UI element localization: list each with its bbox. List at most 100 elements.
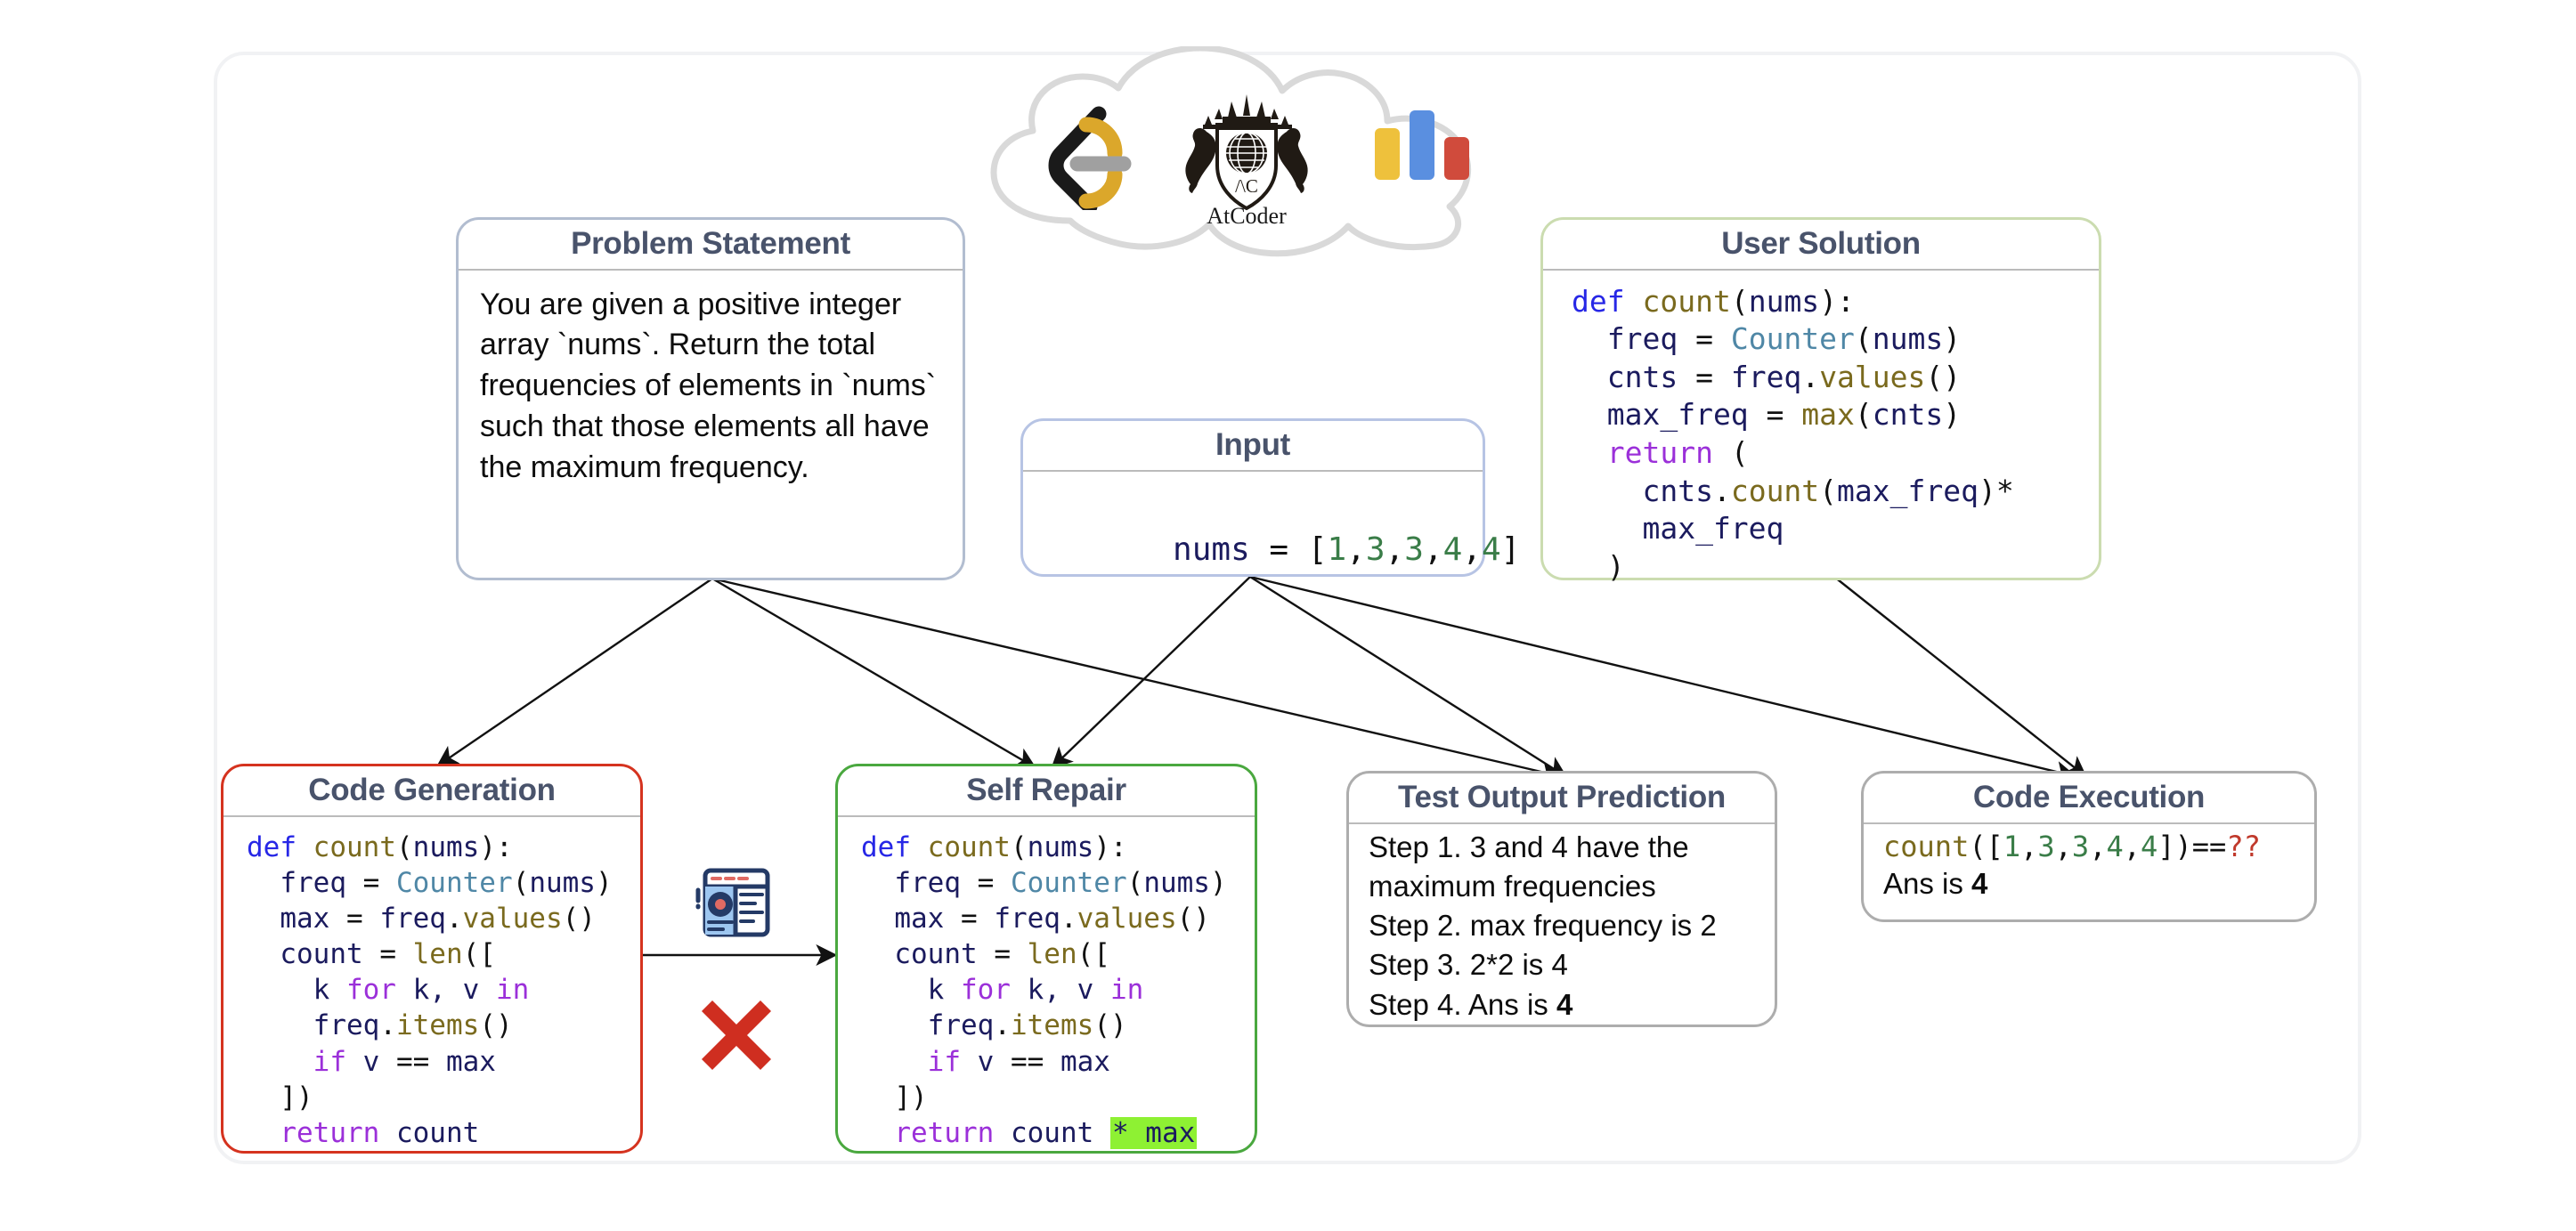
code-token: = [1695, 359, 1731, 394]
code-token: nums [529, 866, 596, 899]
code-token: k, v [412, 974, 496, 1007]
numeric-literal: 1 [1327, 530, 1347, 568]
code-token: = [1695, 321, 1731, 357]
comma: , [1385, 530, 1405, 568]
code-generation-code: def count(nums): freq = Counter(nums) ma… [223, 817, 640, 1151]
code-token: k [861, 974, 961, 1007]
numeric-literal: 4 [2140, 829, 2158, 863]
code-token: = [977, 866, 1011, 899]
comma: , [2089, 829, 2107, 863]
input-code: nums = [1,3,3,4,4] [1023, 472, 1520, 612]
self-repair-title: Self Repair [838, 766, 1255, 817]
code-token: v [362, 1045, 396, 1078]
coding-platforms-cloud: /\C AtCoder [971, 46, 1532, 260]
code-token: () [1093, 1009, 1127, 1042]
code-token: ): [1819, 283, 1855, 319]
code-token: freq [247, 1009, 380, 1042]
code-token: v [977, 1045, 1011, 1078]
code-line: return ( [1572, 434, 2099, 473]
code-token: ): [1093, 830, 1127, 863]
problem-statement-title: Problem Statement [459, 220, 963, 271]
code-generation-card: Code Generation def count(nums): freq = … [221, 764, 643, 1154]
code-line: def count(nums): [247, 830, 640, 865]
code-token: ) [1943, 321, 1962, 357]
code-token: ([ [462, 938, 496, 971]
code-line: freq = Counter(nums) [861, 865, 1255, 901]
diagram-canvas: /\C AtCoder Problem Statement You are gi… [0, 0, 2576, 1231]
code-execution-fn: count [1883, 829, 1970, 863]
code-token: k, v [1027, 974, 1110, 1007]
code-token: freq [1730, 359, 1802, 394]
numeric-literal: 1 [2003, 829, 2021, 863]
code-token: ( [1730, 435, 1749, 470]
code-token: ( [1126, 866, 1144, 899]
numeric-literal: 4 [2106, 829, 2124, 863]
svg-text:/\C: /\C [1235, 175, 1258, 197]
code-execution-close: ]) [2158, 829, 2192, 863]
code-token: = [345, 903, 380, 935]
prediction-step-text: Step 2. max frequency is 2 [1369, 909, 1717, 943]
code-token: count [1642, 283, 1731, 319]
code-execution-answer-value: 4 [1971, 867, 1988, 901]
code-execution-card: Code Execution count([1,3,3,4,4])==?? An… [1861, 771, 2317, 922]
code-token: * max [1109, 1116, 1198, 1149]
code-line: max_freq = max(cnts) [1572, 396, 2099, 434]
self-repair-code: def count(nums): freq = Counter(nums) ma… [838, 817, 1255, 1151]
code-token: def [861, 830, 928, 863]
input-var: nums [1173, 530, 1250, 568]
test-output-prediction-card: Test Output Prediction Step 1. 3 and 4 h… [1346, 771, 1777, 1027]
code-line: if v == max [247, 1044, 640, 1080]
numeric-literal: 3 [2037, 829, 2055, 863]
code-line: ) [1572, 548, 2099, 587]
code-line: freq.items() [247, 1008, 640, 1043]
code-token: ): [479, 830, 513, 863]
input-open-bracket: [ [1307, 530, 1328, 568]
debug-window-gear-icon [693, 862, 778, 947]
code-token: freq [1572, 321, 1696, 357]
user-solution-card: User Solution def count(nums): freq = Co… [1540, 217, 2101, 584]
code-token: for [345, 974, 413, 1007]
code-token: Counter [1010, 866, 1127, 899]
code-token: count [247, 938, 380, 971]
code-token: freq [861, 1009, 995, 1042]
code-execution-call: count([1,3,3,4,4])==?? [1883, 830, 2305, 863]
comma: , [1423, 530, 1443, 568]
prediction-step-text: Step 1. 3 and 4 have the maximum frequen… [1369, 830, 1689, 903]
user-solution-code: def count(nums): freq = Counter(nums) cn… [1543, 271, 2099, 587]
code-line: cnts = freq.values() [1572, 359, 2099, 397]
code-token: nums [1143, 866, 1210, 899]
code-token: () [562, 903, 596, 935]
code-token: in [495, 974, 530, 1007]
code-token: = [379, 938, 413, 971]
numeric-literal: 3 [2071, 829, 2090, 863]
code-token: ) [1572, 548, 1625, 584]
prediction-step-answer: 4 [1556, 987, 1573, 1021]
code-token: ) [595, 866, 613, 899]
numeric-literal: 3 [1365, 530, 1386, 568]
code-token: freq [994, 903, 1060, 935]
code-token: ( [1854, 397, 1873, 433]
numeric-literal: 3 [1404, 530, 1424, 568]
code-generation-title: Code Generation [223, 766, 640, 817]
code-token: freq [379, 903, 446, 935]
code-token: max_freq [1572, 397, 1767, 433]
code-token: ( [1819, 473, 1838, 508]
atcoder-wordmark: AtCoder [1207, 203, 1287, 229]
code-token: count [395, 1116, 480, 1149]
code-line: max = freq.values() [247, 901, 640, 936]
atcoder-logo-icon: /\C AtCoder [1162, 80, 1331, 231]
code-token: nums [1027, 830, 1094, 863]
code-token: . [445, 903, 463, 935]
input-values: 1,3,3,4,4 [1327, 531, 1500, 568]
code-token: for [960, 974, 1028, 1007]
input-title: Input [1023, 421, 1483, 472]
prediction-step: Step 3. 2*2 is 4 [1369, 945, 1764, 984]
code-execution-eq: == [2191, 829, 2227, 863]
code-execution-answer-prefix: Ans is [1883, 867, 1972, 901]
prediction-step-text: Step 3. 2*2 is 4 [1369, 948, 1568, 982]
code-token: () [1925, 359, 1962, 394]
code-token: nums [412, 830, 480, 863]
code-token: == [395, 1045, 446, 1078]
code-token: items [395, 1009, 480, 1042]
code-line: freq.items() [861, 1008, 1255, 1043]
